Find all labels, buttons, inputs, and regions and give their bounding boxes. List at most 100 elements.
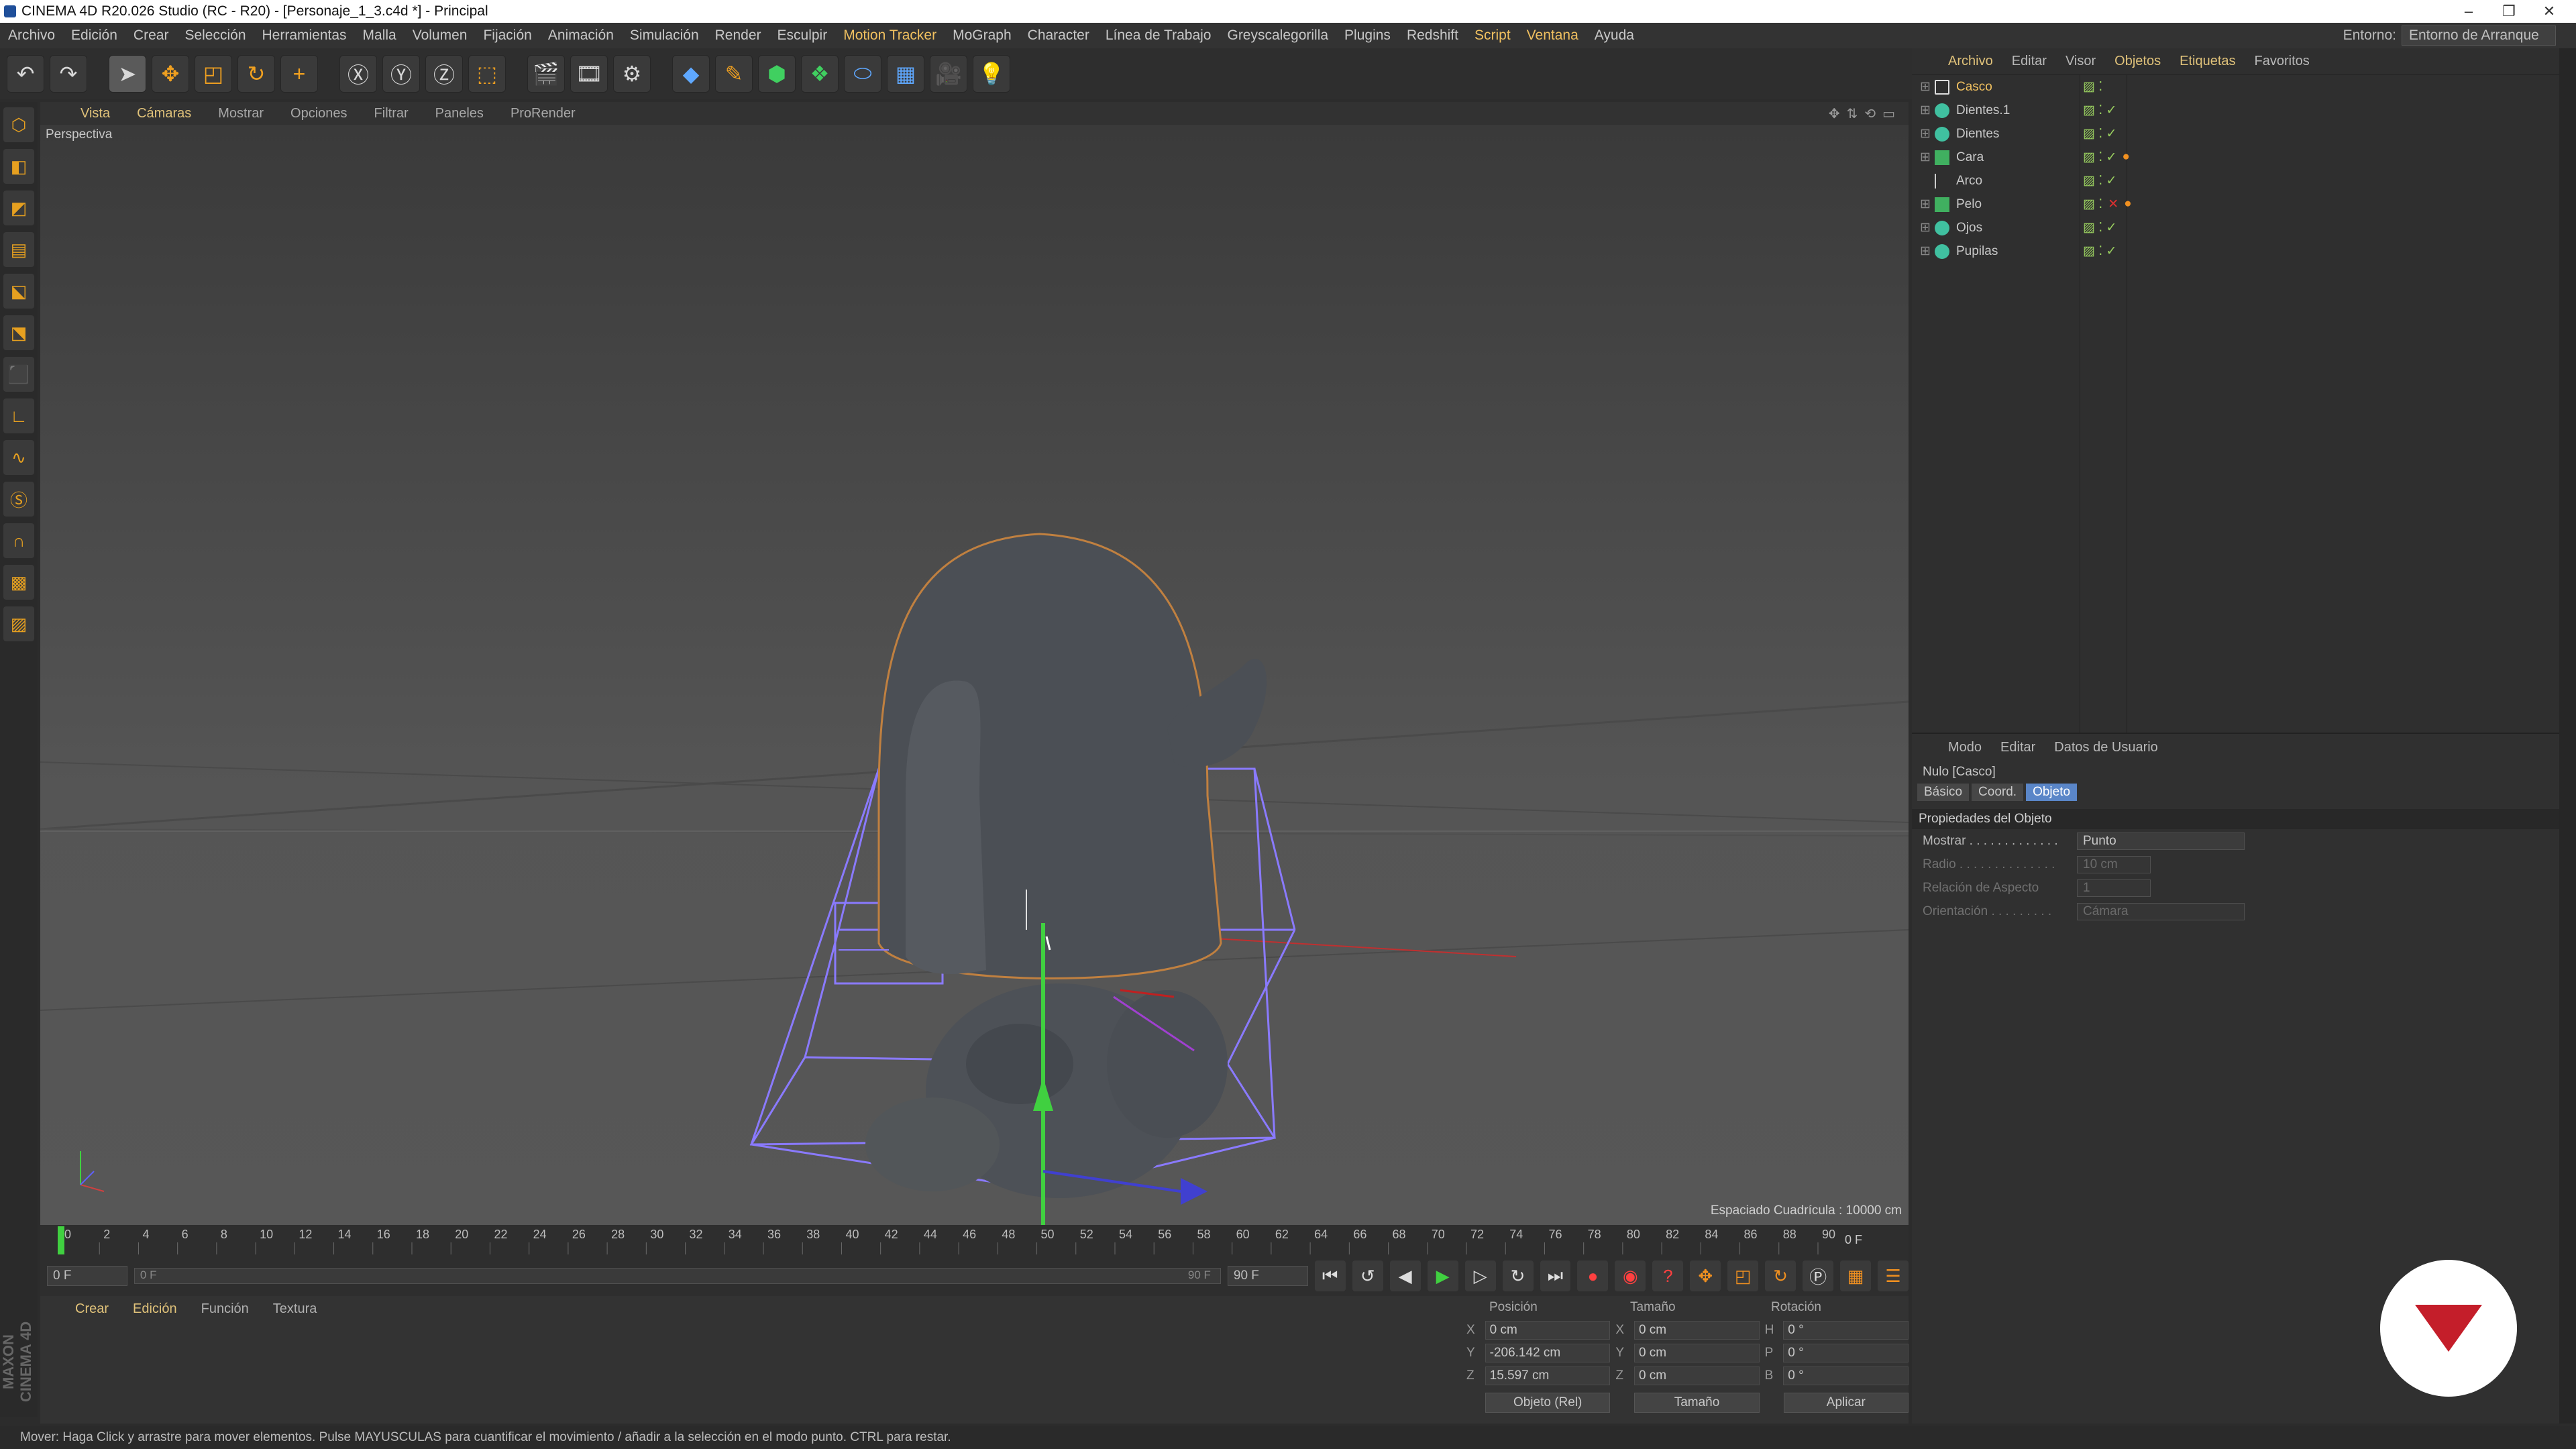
objects-menu-visor[interactable]: Visor [2056,54,2105,69]
visibility-toggles[interactable]: ▨ ⁚ ✓ [2083,244,2116,259]
minimize-button[interactable]: – [2449,0,2489,23]
expand-icon[interactable]: ⊞ [1920,244,1931,259]
tab-coord[interactable]: Coord. [1972,784,2024,801]
previous-key-icon[interactable]: ↺ [1352,1260,1383,1291]
objects-menu-etiquetas[interactable]: Etiquetas [2170,54,2245,69]
menu-animacion[interactable]: Animación [540,28,622,44]
key-rotation-icon[interactable]: ↻ [1765,1260,1796,1291]
orientation-dropdown[interactable]: Cámara [2077,902,2245,920]
autokey-icon[interactable]: ◉ [1615,1260,1646,1291]
object-row-pelo[interactable]: ⊞ Pelo ▨ ⁚ ✕ ● [1912,193,2559,216]
expand-icon[interactable]: ⊞ [1920,197,1931,212]
menu-esculpir[interactable]: Esculpir [769,28,836,44]
previous-frame-icon[interactable]: ◀ [1389,1260,1421,1291]
menu-greyscalegorilla[interactable]: Greyscalegorilla [1219,28,1336,44]
attribute-menu-editar[interactable]: Editar [1991,740,2045,755]
polygons-mode-icon[interactable]: ⬛ [3,357,34,392]
timeline-ruler[interactable]: 0 2 4 6 8 10 12 14 16 18 20 22 24 26 28 30 32 34 36 38 40 42 4… [40,1225,1909,1256]
object-row-pupilas[interactable]: ⊞ Pupilas ▨ ⁚ ✓ [1912,239,2559,263]
timeline-window-icon[interactable]: ☰ [1878,1260,1909,1291]
menu-plugins[interactable]: Plugins [1336,28,1399,44]
key-scale-icon[interactable]: ◰ [1727,1260,1759,1291]
y-axis-icon[interactable]: Ⓨ [382,55,420,93]
expand-icon[interactable]: ⊞ [1920,79,1931,95]
vertical-tabs-strip[interactable] [2559,48,2576,1424]
menu-redshift[interactable]: Redshift [1399,28,1466,44]
edges-mode-icon[interactable]: ⬔ [3,315,34,350]
object-row-dientes[interactable]: ⊞ Dientes ▨ ⁚ ✓ [1912,122,2559,146]
redo-icon[interactable]: ↷ [50,55,87,93]
snap-icon[interactable]: Ⓢ [3,482,34,517]
planar-workplane-icon[interactable]: ▨ [3,606,34,641]
menu-crear[interactable]: Crear [125,28,177,44]
model-mode-icon[interactable]: ⬡ [3,107,34,142]
rotation-p-field[interactable]: 0 ° [1783,1344,1909,1362]
menu-motion-tracker[interactable]: Motion Tracker [835,28,945,44]
menu-mograph[interactable]: MoGraph [945,28,1020,44]
position-y-field[interactable]: -206.142 cm [1485,1344,1611,1362]
object-row-arco[interactable]: Arco ▨ ⁚ ✓ [1912,169,2559,193]
material-menu-textura[interactable]: Textura [265,1301,325,1317]
3d-viewport[interactable]: Perspectiva Espaciado Cuadrícula: 10000… [40,125,1909,1225]
viewport-menu-camaras[interactable]: Cámaras [123,106,205,121]
object-row-casco[interactable]: ⊞ Casco ▨ ⁚ [1912,75,2559,99]
z-axis-icon[interactable]: Ⓩ [425,55,463,93]
cloner-icon[interactable]: ❖ [801,55,839,93]
objects-menu-archivo[interactable]: Archivo [1939,54,2002,69]
expand-icon[interactable]: ⊞ [1920,103,1931,118]
preview-range-slider[interactable]: 0 F 90 F [133,1268,1221,1284]
play-icon[interactable]: ▶ [1427,1260,1458,1291]
key-parameter-icon[interactable]: Ⓟ [1803,1260,1834,1291]
menu-edicion[interactable]: Edición [63,28,125,44]
size-z-field[interactable]: 0 cm [1633,1366,1760,1385]
environment-dropdown[interactable]: Entorno de Arranque [2402,25,2556,46]
object-row-dientes-1[interactable]: ⊞ Dientes.1 ▨ ⁚ ✓ [1912,99,2559,122]
pen-spline-icon[interactable]: ✎ [715,55,753,93]
tab-basico[interactable]: Básico [1917,784,1970,801]
floor-icon[interactable]: ▦ [887,55,924,93]
camera-icon[interactable]: 🎥 [930,55,967,93]
size-x-field[interactable]: 0 cm [1633,1321,1760,1340]
subdivision-icon[interactable]: ⬢ [758,55,796,93]
viewport-nav-icons[interactable]: ✥⇅⟲▭ [1829,105,1902,122]
viewport-menu-mostrar[interactable]: Mostrar [205,106,277,121]
object-row-ojos[interactable]: ⊞ Ojos ▨ ⁚ ✓ [1912,216,2559,239]
viewport-menu-vista[interactable]: Vista [67,106,123,121]
axis-mode-icon[interactable]: ∟ [3,398,34,433]
x-axis-icon[interactable]: Ⓧ [339,55,377,93]
viewport-menu-prorender[interactable]: ProRender [497,106,589,121]
magnet-icon[interactable]: ∩ [3,523,34,558]
cube-icon[interactable]: ◆ [672,55,710,93]
coordinate-system-icon[interactable]: ⬚ [468,55,506,93]
visibility-toggles[interactable]: ▨ ⁚ [2083,79,2102,95]
apply-button[interactable]: Aplicar [1783,1393,1909,1413]
size-mode-dropdown[interactable]: Tamaño [1634,1393,1760,1413]
light-icon[interactable]: 💡 [973,55,1010,93]
render-settings-icon[interactable]: ⚙ [613,55,651,93]
visibility-toggles[interactable]: ▨ ⁚ ✓ [2083,103,2116,118]
add-cross-icon[interactable]: + [280,55,318,93]
menu-render[interactable]: Render [707,28,769,44]
viewport-menu-opciones[interactable]: Opciones [277,106,361,121]
display-dropdown[interactable]: Punto [2077,832,2245,850]
next-frame-icon[interactable]: ▷ [1464,1260,1496,1291]
attribute-menu-datos-usuario[interactable]: Datos de Usuario [2045,740,2167,755]
menu-volumen[interactable]: Volumen [405,28,476,44]
maximize-button[interactable]: ❐ [2489,0,2529,23]
menu-ventana[interactable]: Ventana [1519,28,1587,44]
render-picture-viewer-icon[interactable]: 🎞 [570,55,608,93]
material-menu-edicion[interactable]: Edición [125,1301,185,1317]
playhead[interactable] [58,1226,64,1254]
visibility-toggles[interactable]: ▨ ⁚ ✓ [2083,173,2116,189]
go-to-end-icon[interactable]: ⏭ [1540,1260,1571,1291]
menu-herramientas[interactable]: Herramientas [254,28,355,44]
attribute-menu-modo[interactable]: Modo [1939,740,1991,755]
position-z-field[interactable]: 15.597 cm [1485,1366,1611,1385]
points-mode-icon[interactable]: ⬕ [3,274,34,309]
menu-malla[interactable]: Malla [355,28,405,44]
visibility-toggles[interactable]: ▨ ⁚ ✕ ● [2083,197,2132,212]
visibility-toggles[interactable]: ▨ ⁚ ✓ ● [2083,150,2130,165]
menu-character[interactable]: Character [1020,28,1097,44]
aspect-field[interactable]: 1 [2077,879,2151,897]
menu-seleccion[interactable]: Selección [176,28,254,44]
